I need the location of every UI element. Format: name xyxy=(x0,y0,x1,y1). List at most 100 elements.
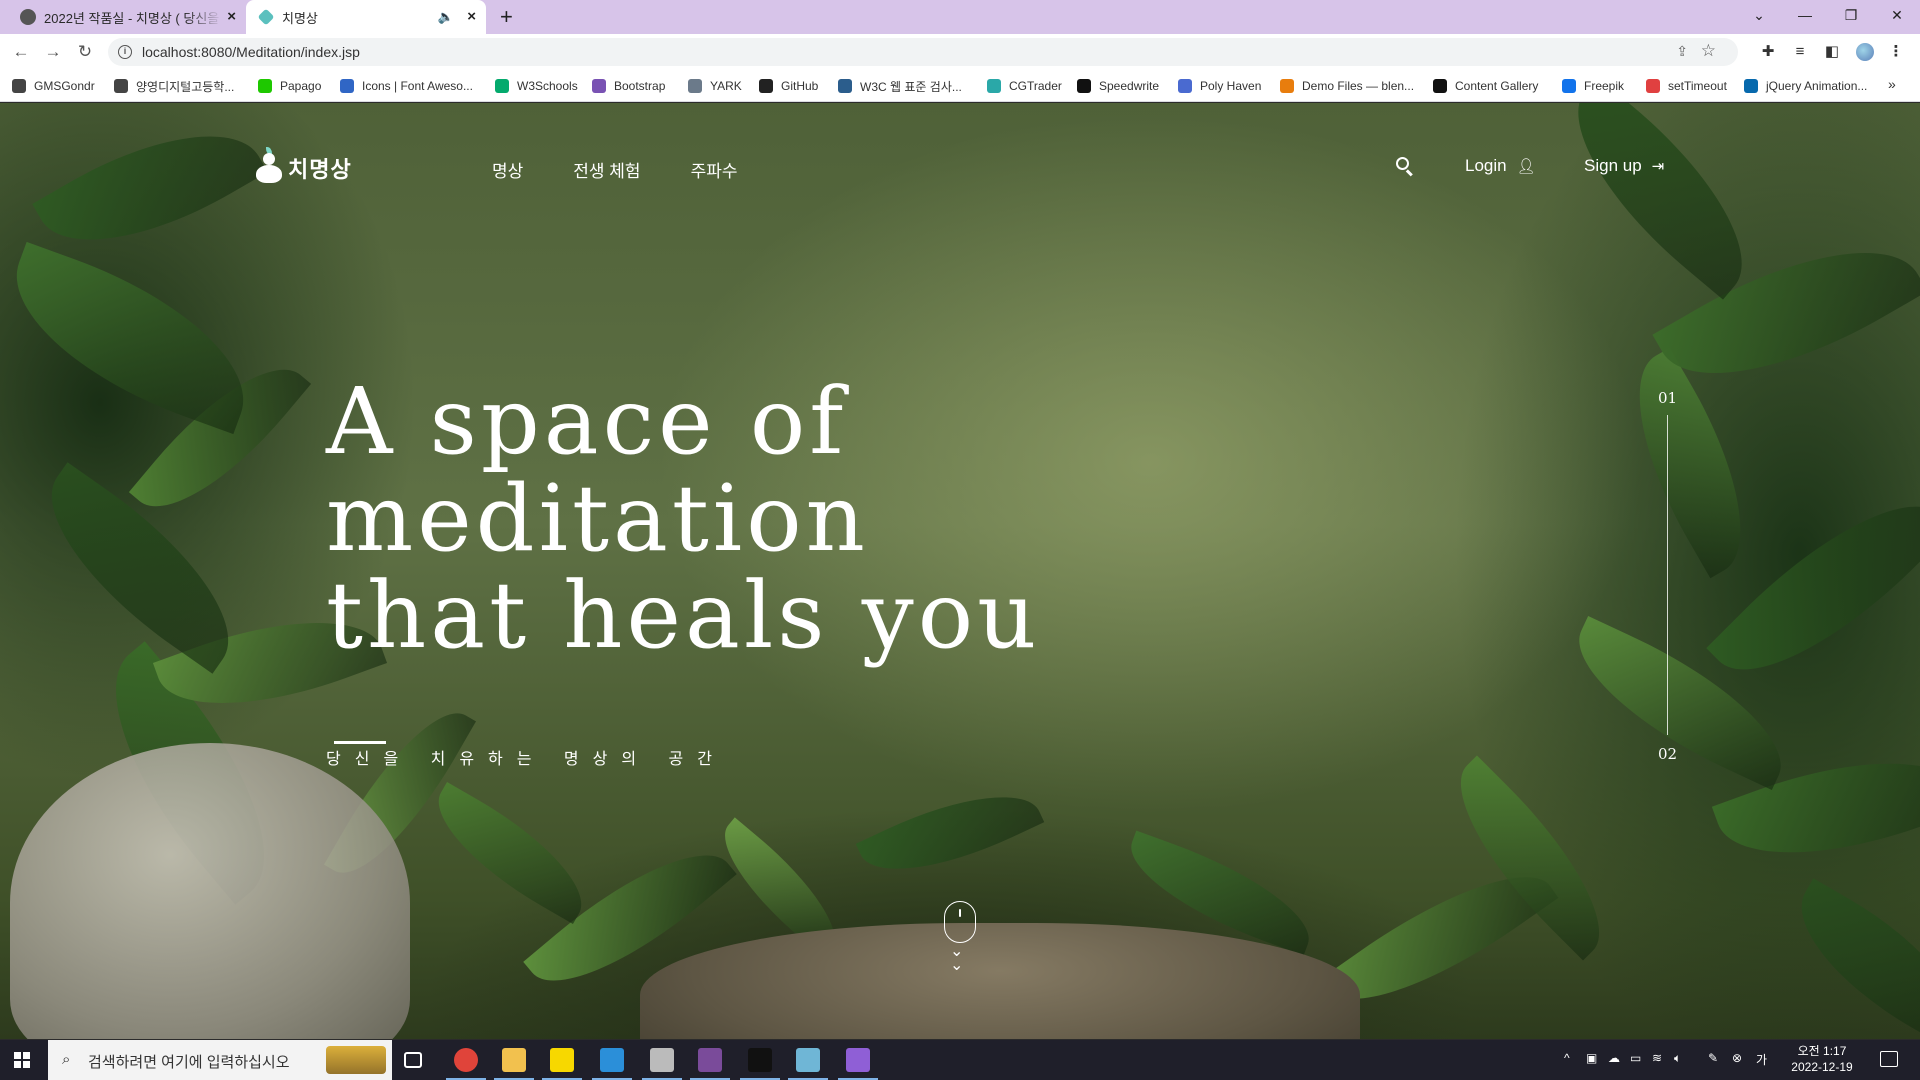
kakaotalk-app-icon[interactable] xyxy=(542,1048,582,1080)
bookmark-label: Bootstrap xyxy=(614,79,666,93)
bookmark-item[interactable]: Demo Files — blen... xyxy=(1280,78,1414,94)
bookmark-item[interactable]: Speedwrite xyxy=(1077,78,1159,94)
slide-pager: 01 02 xyxy=(1656,389,1680,769)
tray-chevron-icon[interactable]: ^ xyxy=(1564,1051,1570,1065)
bookmark-favicon-icon xyxy=(1433,79,1447,93)
back-arrow-icon[interactable]: ← xyxy=(10,41,32,63)
bookmark-item[interactable]: CGTrader xyxy=(987,78,1062,94)
browser-tab-1[interactable]: 2022년 작품실 - 치명상 ( 당신을 치유하는 명상의 공간 ) × xyxy=(8,0,246,34)
address-bar[interactable]: i localhost:8080/Meditation/index.jsp ⇪ … xyxy=(108,38,1738,66)
pen-icon[interactable]: ✎ xyxy=(1708,1051,1718,1065)
volume-icon[interactable]: 🔈︎ xyxy=(1674,1051,1681,1066)
foliage-leaf xyxy=(855,767,1045,899)
bookmark-star-icon[interactable]: ☆ xyxy=(1701,41,1716,61)
media-control-icon[interactable]: ≡ xyxy=(1790,42,1810,62)
bookmark-label: Content Gallery xyxy=(1455,79,1539,93)
taskbar-search-box[interactable]: ⌕ 검색하려면 여기에 입력하십시오 xyxy=(48,1040,392,1080)
close-tab-icon[interactable]: × xyxy=(467,8,476,26)
tab-search-icon[interactable]: ⌄ xyxy=(1736,0,1782,30)
bookmark-item[interactable]: GMSGondr xyxy=(12,78,95,94)
profile-avatar[interactable] xyxy=(1856,43,1874,61)
share-icon[interactable]: ⇪ xyxy=(1676,43,1688,60)
bookmark-item[interactable]: Poly Haven xyxy=(1178,78,1261,94)
restore-button[interactable]: ❐ xyxy=(1828,0,1874,30)
bookmark-label: GMSGondr xyxy=(34,79,95,93)
signup-link[interactable]: Sign up ⇥ xyxy=(1584,156,1664,176)
battery-icon[interactable]: ▭ xyxy=(1630,1051,1641,1065)
bookmark-favicon-icon xyxy=(838,79,852,93)
settings-app-icon[interactable] xyxy=(642,1048,682,1080)
close-tab-icon[interactable]: × xyxy=(227,8,236,26)
wifi-icon[interactable]: ≋ xyxy=(1652,1051,1662,1065)
bookmark-favicon-icon xyxy=(987,79,1001,93)
bookmark-item[interactable]: setTimeout xyxy=(1646,78,1727,94)
speaker-icon[interactable]: 🔈 xyxy=(438,9,454,25)
foliage-leaf xyxy=(1706,464,1920,712)
task-view-app-icon[interactable] xyxy=(404,1052,422,1068)
bookmark-item[interactable]: Freepik xyxy=(1562,78,1624,94)
bookmark-favicon-icon xyxy=(1178,79,1192,93)
minimize-button[interactable]: — xyxy=(1782,0,1828,30)
tray-status-icon[interactable]: ⊗ xyxy=(1732,1051,1742,1065)
typing-cursor xyxy=(334,741,386,744)
side-panel-icon[interactable]: ◧ xyxy=(1822,42,1842,62)
hero-title-text: A space of meditation that heals you xyxy=(326,368,1041,669)
scroll-mouse-icon[interactable] xyxy=(944,901,976,943)
notification-center-icon[interactable] xyxy=(1880,1051,1898,1067)
bookmark-label: Speedwrite xyxy=(1099,79,1160,93)
reload-icon[interactable]: ↻ xyxy=(74,41,96,63)
bookmark-item[interactable]: GitHub xyxy=(759,78,818,94)
menu-kebab-icon[interactable]: ⋮ xyxy=(1886,42,1906,62)
site-info-icon[interactable]: i xyxy=(118,45,132,59)
bookmark-item[interactable]: 양영디지털고등학... xyxy=(114,78,234,94)
bookmark-item[interactable]: W3Schools xyxy=(495,78,578,94)
search-icon[interactable] xyxy=(1396,157,1416,177)
foliage-leaf xyxy=(1539,103,1781,300)
terminal-app-icon[interactable] xyxy=(740,1048,780,1080)
nav-item-past-life[interactable]: 전생 체험 xyxy=(573,157,640,182)
ime-language-icon[interactable]: 가 xyxy=(1756,1051,1767,1068)
bookmark-item[interactable]: jQuery Animation... xyxy=(1744,78,1867,94)
taskbar-clock[interactable]: 오전 1:17 2022-12-19 xyxy=(1790,1043,1854,1075)
new-tab-button[interactable]: + xyxy=(500,4,513,30)
bookmark-item[interactable]: Icons | Font Aweso... xyxy=(340,78,473,94)
game-app-icon[interactable] xyxy=(690,1048,730,1080)
bookmark-item[interactable]: YARK xyxy=(688,78,742,94)
scroll-down-chevron-icon[interactable]: ⌄ ⌄ xyxy=(950,944,963,974)
close-window-button[interactable]: ✕ xyxy=(1874,0,1920,30)
user-icon: 👤︎ xyxy=(1516,158,1536,175)
login-link[interactable]: Login 👤︎ xyxy=(1465,156,1536,176)
meditation-figure-icon xyxy=(254,147,284,187)
tray-device-icon[interactable]: ▣ xyxy=(1586,1051,1597,1065)
chrome-app-icon[interactable] xyxy=(446,1048,486,1080)
site-logo[interactable]: 치명상 xyxy=(254,147,352,187)
search-highlight-image xyxy=(326,1046,386,1074)
slide-next-number[interactable]: 02 xyxy=(1658,745,1677,763)
nav-item-frequency[interactable]: 주파수 xyxy=(691,157,738,182)
bookmark-item[interactable]: Papago xyxy=(258,78,321,94)
hero-subtitle: 당신을 치유하는 명상의 공간 xyxy=(326,751,726,768)
bookmark-label: YARK xyxy=(710,79,742,93)
onedrive-cloud-icon[interactable]: ☁ xyxy=(1608,1051,1620,1065)
more-bookmarks-chevron-icon[interactable]: » xyxy=(1888,76,1896,92)
bookmark-favicon-icon xyxy=(1562,79,1576,93)
windows-start-icon[interactable] xyxy=(14,1052,30,1068)
extensions-puzzle-icon[interactable]: ✚ xyxy=(1758,42,1778,62)
github-desktop-app-icon[interactable] xyxy=(838,1048,878,1080)
bookmark-item[interactable]: Bootstrap xyxy=(592,78,665,94)
bookmark-item[interactable]: Content Gallery xyxy=(1433,78,1538,94)
bookmark-label: Poly Haven xyxy=(1200,79,1262,93)
slide-current-number[interactable]: 01 xyxy=(1658,389,1677,407)
bookmark-label: CGTrader xyxy=(1009,79,1062,93)
browser-tab-2[interactable]: 치명상 🔈 × xyxy=(246,0,486,34)
bookmark-favicon-icon xyxy=(759,79,773,93)
bookmark-item[interactable]: W3C 웹 표준 검사... xyxy=(838,78,962,94)
vscode-app-icon[interactable] xyxy=(592,1048,632,1080)
file-explorer-app-icon[interactable] xyxy=(494,1048,534,1080)
nav-item-meditation[interactable]: 명상 xyxy=(492,157,523,182)
browser-toolbar: ← → ↻ i localhost:8080/Meditation/index.… xyxy=(0,34,1920,70)
bookmark-label: Icons | Font Aweso... xyxy=(362,79,473,93)
forward-arrow-icon[interactable]: → xyxy=(42,41,64,63)
url-text[interactable]: localhost:8080/Meditation/index.jsp xyxy=(142,44,360,60)
notepad-app-icon[interactable] xyxy=(788,1048,828,1080)
